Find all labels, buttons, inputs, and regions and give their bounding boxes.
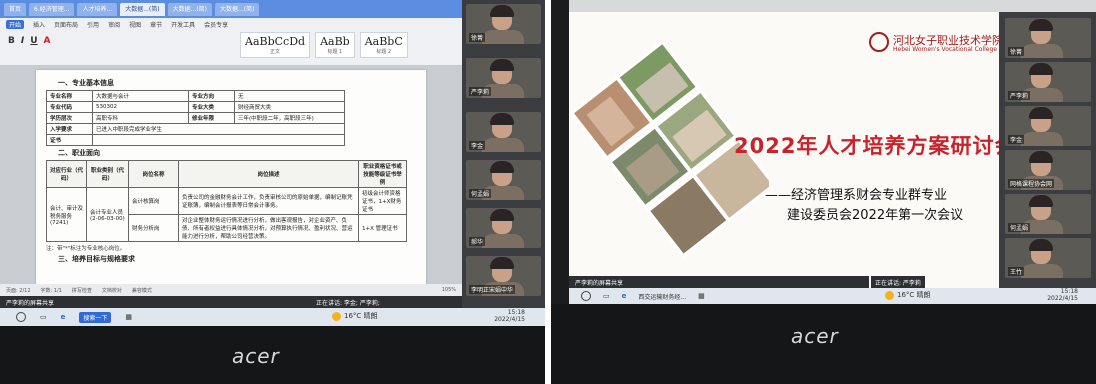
menu-reference[interactable]: 引用 bbox=[87, 20, 99, 29]
table-row: 入学要求 已进入中职段完成学业学生 bbox=[46, 123, 345, 135]
section-title: 一、专业基本信息 bbox=[58, 79, 114, 87]
participant-tile[interactable]: 王竹 bbox=[1005, 238, 1091, 278]
ribbon-menu: 开始 插入 页面布局 引用 审阅 视图 章节 开发工具 会员专享 bbox=[0, 18, 462, 31]
doc-tab[interactable]: 首页 bbox=[4, 2, 27, 16]
taskbar-search-button[interactable]: 搜索一下 bbox=[79, 311, 112, 323]
apps-grid-icon[interactable]: ▦ bbox=[698, 292, 705, 300]
left-photo: 首页 6.经济管理... 人才培养... 大数据...(简) 大数据...(简)… bbox=[0, 0, 545, 384]
participant-tile[interactable]: 徐菁 bbox=[466, 4, 541, 44]
table-row: 专业名称 大数据与会计 专业方向无 bbox=[46, 90, 345, 102]
underline-button[interactable]: U bbox=[30, 36, 37, 46]
left-laptop-screen: 首页 6.经济管理... 人才培养... 大数据...(简) 大数据...(简)… bbox=[0, 0, 545, 326]
laptop-bezel: acer bbox=[551, 304, 1096, 384]
system-clock[interactable]: 15:18 2022/4/15 bbox=[494, 309, 525, 323]
job-orientation-table: 对应行业（代码） 职业类别（代码） 岗位名称 岗位描述 职业资格证书或技能等级证… bbox=[46, 160, 407, 242]
task-view-icon[interactable]: ▭ bbox=[603, 292, 610, 300]
zoom-level[interactable]: 105% bbox=[442, 287, 456, 293]
format-buttons: B I U A bbox=[8, 36, 51, 46]
slide-title: 2022年人才培养方案研讨会 bbox=[734, 134, 999, 158]
apps-grid-icon[interactable]: ▦ bbox=[125, 313, 132, 321]
participant-tile[interactable]: 徐菁 bbox=[1005, 18, 1091, 58]
menu-member[interactable]: 会员专享 bbox=[204, 20, 228, 29]
participant-tile[interactable]: 郝华 bbox=[466, 208, 541, 248]
italic-button[interactable]: I bbox=[21, 36, 24, 46]
document-tab-bar: 首页 6.经济管理... 人才培养... 大数据...(简) 大数据...(简)… bbox=[0, 0, 462, 18]
taskbar-app-label[interactable]: 西交运输财务经... bbox=[638, 292, 686, 301]
presentation-slide: 河北女子职业技术学院 Hebei Women's Vocational Coll… bbox=[569, 12, 999, 288]
acer-logo: acer bbox=[791, 324, 839, 348]
style-heading1[interactable]: AaBb 标题 1 bbox=[315, 32, 355, 58]
doc-tab[interactable]: 6.经济管理... bbox=[29, 2, 75, 16]
table-note: 注：带"*"标注为专业核心岗位。 bbox=[46, 246, 126, 252]
participant-panel: 徐菁 严李莉 李金 何孟娟 郝华 李明正宋娟中华 bbox=[462, 0, 545, 308]
screen-share-label: 严李莉的屏幕共享 bbox=[0, 296, 462, 308]
browser-icon[interactable]: e bbox=[622, 292, 627, 300]
participant-tile[interactable]: 严李莉 bbox=[466, 58, 541, 98]
sun-icon bbox=[885, 290, 894, 300]
table-row: 会计、审计及税务服务(7241) 会计专业人员(2-06-03-00) 会计核算… bbox=[46, 187, 407, 242]
table-row: 证书 bbox=[46, 134, 345, 146]
document-page: 一、专业基本信息 专业名称 大数据与会计 专业方向无 专业代码 530302 专业大类财… bbox=[36, 70, 426, 302]
participant-tile[interactable]: 网格课程协会网 bbox=[1005, 150, 1091, 190]
doc-tab-active[interactable]: 大数据...(简) bbox=[120, 2, 165, 16]
ribbon-toolbar: 开始 插入 页面布局 引用 审阅 视图 章节 开发工具 会员专享 B I U A… bbox=[0, 18, 462, 66]
doc-tab[interactable]: 大数据...(简) bbox=[167, 2, 213, 16]
section2-title: 二、职业面向 bbox=[58, 149, 100, 157]
right-laptop-screen: 河北女子职业技术学院 Hebei Women's Vocational Coll… bbox=[569, 0, 1096, 304]
right-photo: 河北女子职业技术学院 Hebei Women's Vocational Coll… bbox=[551, 0, 1096, 384]
slide-subtitle-line2: 建设委员会2022年第一次会议 bbox=[787, 208, 964, 223]
doc-tab[interactable]: 大数据...(简) bbox=[215, 2, 260, 16]
style-gallery: AaBbCcDd 正文 AaBb 标题 1 AaBbC 标题 2 bbox=[240, 32, 408, 58]
menu-chapter[interactable]: 章节 bbox=[150, 20, 162, 29]
menu-dev-tools[interactable]: 开发工具 bbox=[171, 20, 195, 29]
participant-panel: 徐菁 严李莉 李金 网格课程协会网 何孟娟 王竹 bbox=[999, 12, 1096, 288]
status-bar: 页面: 2/12 字数: 1/1 拼写检查 文档校对 兼容模式 105% bbox=[0, 284, 462, 296]
bold-button[interactable]: B bbox=[8, 36, 15, 46]
acer-logo: acer bbox=[232, 344, 280, 368]
meeting-topbar bbox=[569, 0, 1096, 12]
status-text: 页面: 2/12 字数: 1/1 拼写检查 文档校对 兼容模式 bbox=[6, 288, 152, 294]
task-view-icon[interactable]: ▭ bbox=[40, 313, 47, 321]
school-seal-icon bbox=[869, 32, 889, 52]
screen-share-label: 严李莉的屏幕共享 bbox=[569, 276, 869, 288]
menu-view[interactable]: 视图 bbox=[129, 20, 141, 29]
weather-widget[interactable]: 16°C 晴朗 bbox=[332, 311, 378, 321]
table-row: 学历层次 高职专科 修业年限 三年(中职段二年，高职段三年) bbox=[46, 112, 345, 124]
slide-subtitle-line1: ——经济管理系财会专业群专业 bbox=[765, 188, 948, 203]
browser-icon[interactable]: e bbox=[61, 313, 66, 321]
windows-taskbar: ▭ e 搜索一下 ▦ 16°C 晴朗 15:18 2022/4/15 bbox=[0, 308, 545, 326]
weather-widget[interactable]: 16°C 晴朗 bbox=[885, 290, 931, 300]
sun-icon bbox=[332, 311, 341, 321]
table-header-row: 对应行业（代码） 职业类别（代码） 岗位名称 岗位描述 职业资格证书或技能等级证… bbox=[46, 160, 407, 188]
windows-taskbar: ▭ e 西交运输财务经... ▦ 16°C 晴朗 15:18 2022/4/15 bbox=[569, 288, 1096, 304]
school-logo: 河北女子职业技术学院 Hebei Women's Vocational Coll… bbox=[869, 30, 999, 56]
search-icon[interactable] bbox=[581, 291, 591, 301]
participant-tile[interactable]: 李金 bbox=[466, 112, 541, 152]
participant-tile[interactable]: 李明正宋娟中华 bbox=[466, 256, 541, 296]
font-color-button[interactable]: A bbox=[44, 36, 51, 46]
basic-info-table: 专业名称 大数据与会计 专业方向无 专业代码 530302 专业大类 财经商贸大类 学历层… bbox=[46, 90, 345, 146]
style-heading2[interactable]: AaBbC 标题 2 bbox=[359, 32, 408, 58]
doc-tab[interactable]: 人才培养... bbox=[77, 2, 118, 16]
style-normal[interactable]: AaBbCcDd 正文 bbox=[240, 32, 311, 58]
system-clock[interactable]: 15:18 2022/4/15 bbox=[1047, 288, 1078, 302]
participant-tile[interactable]: 何孟娟 bbox=[1005, 194, 1091, 234]
table-row: 专业代码 530302 专业大类 财经商贸大类 bbox=[46, 101, 345, 113]
participant-tile[interactable]: 严李莉 bbox=[1005, 62, 1091, 102]
section3-title: 三、培养目标与规格要求 bbox=[58, 255, 135, 263]
menu-layout[interactable]: 页面布局 bbox=[54, 20, 78, 29]
menu-review[interactable]: 审阅 bbox=[108, 20, 120, 29]
laptop-bezel: acer bbox=[0, 326, 545, 384]
participant-tile[interactable]: 何孟娟 bbox=[466, 160, 541, 200]
menu-insert[interactable]: 插入 bbox=[33, 20, 45, 29]
search-icon[interactable] bbox=[16, 312, 26, 322]
participant-tile[interactable]: 李金 bbox=[1005, 106, 1091, 146]
menu-home[interactable]: 开始 bbox=[6, 20, 25, 29]
